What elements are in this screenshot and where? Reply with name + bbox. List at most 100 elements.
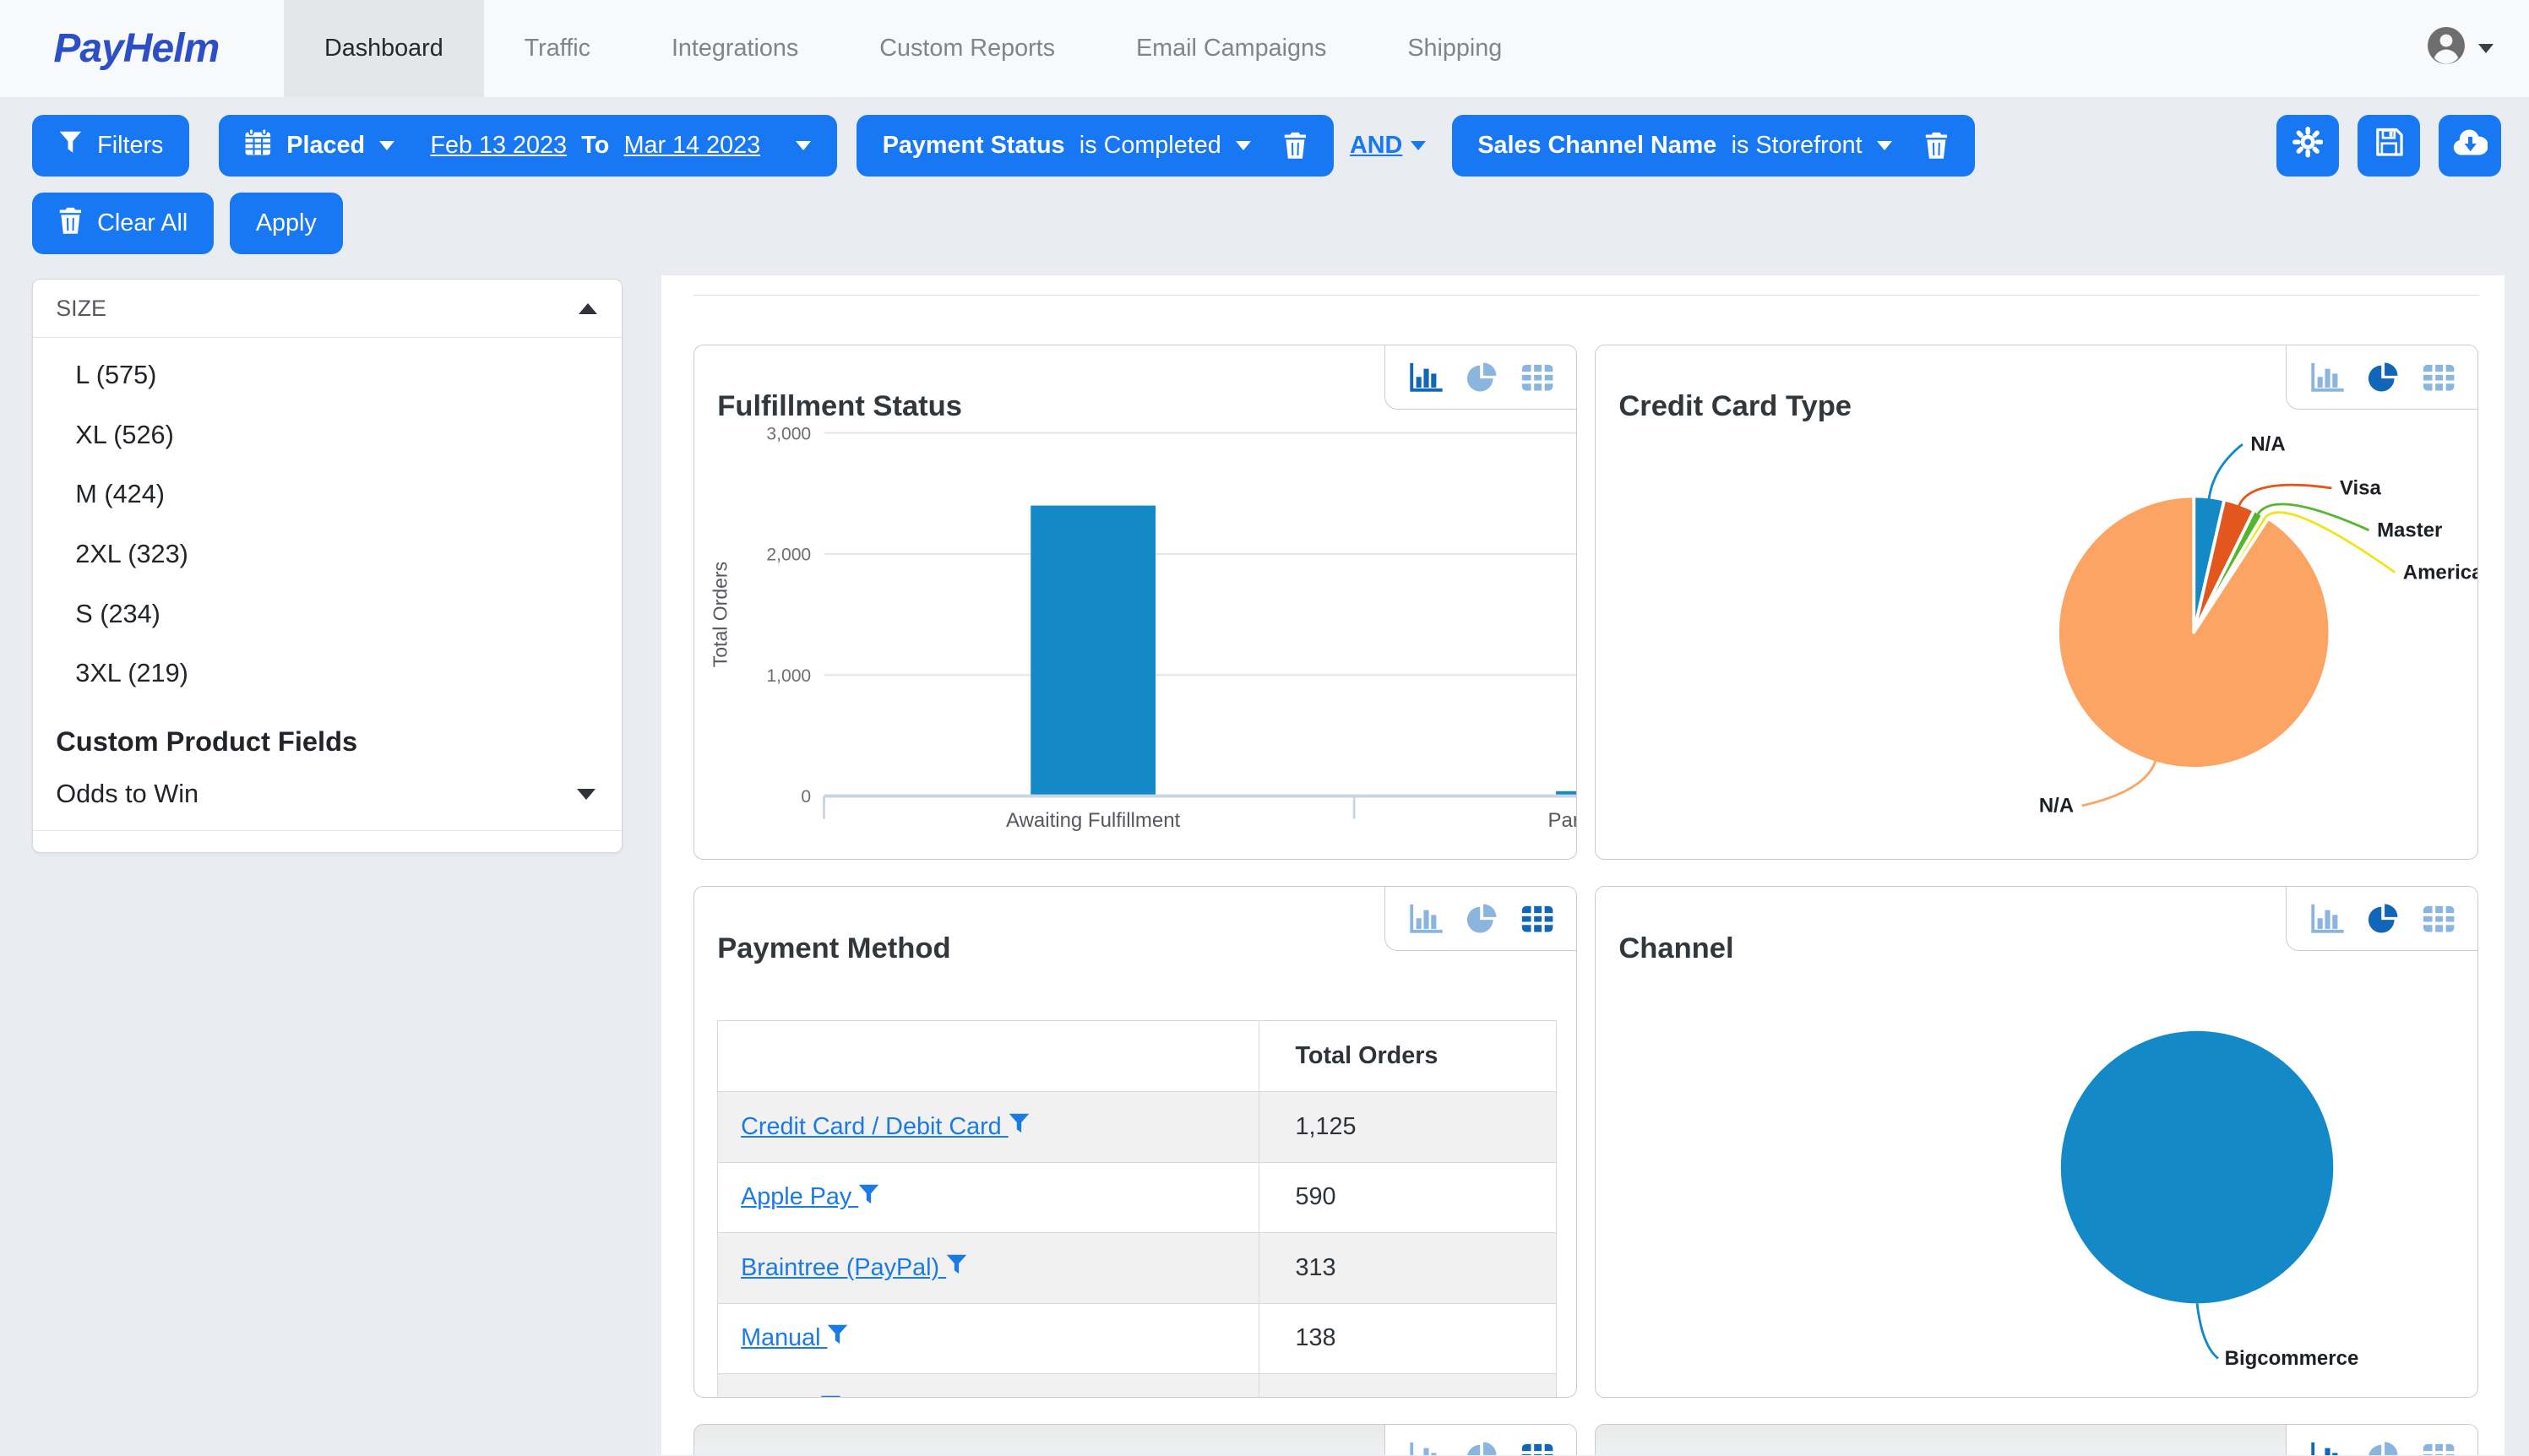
card-title: Customer Group xyxy=(694,1449,1204,1456)
payment-method-link[interactable]: Apple Pay xyxy=(741,1183,879,1210)
date-to-word: To xyxy=(581,132,609,160)
tab-dashboard[interactable]: Dashboard xyxy=(284,0,484,97)
bar-chart-icon[interactable] xyxy=(1408,1441,1444,1455)
facet-section-odds-to-win[interactable]: Odds to Win xyxy=(33,758,622,831)
facet-item-m[interactable]: M (424) xyxy=(33,465,622,524)
facet-section-size[interactable]: SIZE xyxy=(33,280,622,337)
pie-chart-icon[interactable] xyxy=(1465,361,1498,394)
facet-sidebar: SIZE L (575) XL (526) M (424) 2XL (323) … xyxy=(32,279,623,853)
caret-up-icon xyxy=(579,303,597,314)
table-icon[interactable] xyxy=(2421,361,2456,394)
table-row: Manual 138 xyxy=(718,1303,1556,1373)
tab-integrations[interactable]: Integrations xyxy=(631,0,839,97)
bar-chart-icon[interactable] xyxy=(2309,1441,2345,1455)
caret-down-icon xyxy=(577,789,596,800)
facet-item-xl[interactable]: XL (526) xyxy=(33,405,622,465)
trash-icon[interactable] xyxy=(1924,132,1949,160)
top-navbar: PayHelm Dashboard Traffic Integrations C… xyxy=(0,0,2529,97)
bar-chart-icon[interactable] xyxy=(2309,361,2345,394)
pie-chart-icon[interactable] xyxy=(2366,903,2400,935)
filters-button[interactable]: Filters xyxy=(32,115,189,177)
table-icon[interactable] xyxy=(1520,1441,1555,1455)
card-payment-method: Payment Method Total Orders Credit Card … xyxy=(693,886,1577,1399)
table-icon[interactable] xyxy=(1520,361,1555,394)
condition-payment-status[interactable]: Payment Status is Completed xyxy=(857,115,1334,177)
svg-text:Master: Master xyxy=(2378,519,2443,541)
date-to: Mar 14 2023 xyxy=(624,132,761,160)
trash-icon xyxy=(58,207,83,242)
funnel-icon xyxy=(58,131,83,160)
svg-text:0: 0 xyxy=(802,787,812,807)
table-row: Braintree (PayPal) 313 xyxy=(718,1233,1556,1303)
tab-shipping[interactable]: Shipping xyxy=(1367,0,1542,97)
payment-method-link[interactable]: Credit Card / Debit Card xyxy=(741,1113,1029,1140)
user-menu[interactable] xyxy=(2426,0,2529,97)
payment-method-link[interactable]: Sezzle xyxy=(741,1395,841,1399)
export-button[interactable] xyxy=(2439,115,2502,177)
table-row: Sezzle 104 xyxy=(718,1374,1556,1399)
facet-item-l[interactable]: L (575) xyxy=(33,345,622,405)
pie-chart-icon[interactable] xyxy=(1465,1441,1498,1455)
filter-icon xyxy=(820,1395,841,1399)
filter-icon xyxy=(827,1324,848,1345)
caret-down-icon xyxy=(1236,141,1251,150)
condition-sales-channel[interactable]: Sales Channel Name is Storefront xyxy=(1452,115,1975,177)
card-title: Shipping Provider xyxy=(1596,1449,2105,1456)
payment-method-link[interactable]: Manual xyxy=(741,1324,848,1351)
pie-chart-icon[interactable] xyxy=(2366,361,2400,394)
method-column-header xyxy=(718,1020,1259,1091)
facet-item-2xl[interactable]: 2XL (323) xyxy=(33,524,622,584)
chart-view-toolbar xyxy=(2286,345,2477,410)
pie-chart-icon[interactable] xyxy=(1465,903,1498,935)
svg-text:N/A: N/A xyxy=(2251,433,2286,456)
card-customer-group: Customer Group xyxy=(693,1424,1577,1455)
date-range-filter[interactable]: Placed Feb 13 2023 To Mar 14 2023 xyxy=(219,115,837,177)
tab-custom-reports[interactable]: Custom Reports xyxy=(839,0,1096,97)
facet-item-3xl[interactable]: 3XL (219) xyxy=(33,644,622,704)
clear-all-button[interactable]: Clear All xyxy=(32,193,214,254)
facet-item-s[interactable]: S (234) xyxy=(33,584,622,644)
pie-chart-icon[interactable] xyxy=(2366,1441,2400,1455)
person-circle-icon xyxy=(2426,25,2466,73)
bar-chart-icon[interactable] xyxy=(2309,903,2345,935)
card-title: Credit Card Type xyxy=(1596,370,2105,424)
calendar-icon xyxy=(244,128,272,163)
filter-icon xyxy=(858,1184,879,1205)
table-icon[interactable] xyxy=(2421,1441,2456,1455)
conjunction-selector[interactable]: AND xyxy=(1350,132,1426,160)
svg-text:Awaiting Fulfillment: Awaiting Fulfillment xyxy=(1006,809,1181,832)
table-icon[interactable] xyxy=(2421,903,2456,935)
main-nav: Dashboard Traffic Integrations Custom Re… xyxy=(284,0,1542,97)
svg-text:Visa: Visa xyxy=(2340,476,2382,499)
tab-email-campaigns[interactable]: Email Campaigns xyxy=(1096,0,1367,97)
card-fulfillment-status: Fulfillment Status 01,0002,0003,000Await… xyxy=(693,345,1577,860)
chart-view-toolbar xyxy=(1384,345,1576,410)
bar-chart-icon[interactable] xyxy=(1408,361,1444,394)
svg-text:2,000: 2,000 xyxy=(767,545,812,564)
cards-grid: Fulfillment Status 01,0002,0003,000Await… xyxy=(661,296,2505,1455)
bar-chart-icon[interactable] xyxy=(1408,903,1444,935)
payment-method-link[interactable]: Braintree (PayPal) xyxy=(741,1254,967,1281)
save-report-button[interactable] xyxy=(2358,115,2421,177)
payment-method-tbody: Credit Card / Debit Card 1,125Apple Pay … xyxy=(718,1092,1556,1399)
apply-button[interactable]: Apply xyxy=(230,193,342,254)
condition-text: is Storefront xyxy=(1732,132,1863,160)
total-orders-value: 1,125 xyxy=(1259,1092,1556,1162)
payhelm-logo[interactable]: PayHelm xyxy=(53,0,219,97)
save-icon xyxy=(2374,128,2404,164)
card-channel: Channel Bigcommerce xyxy=(1595,886,2478,1399)
filter-icon xyxy=(1009,1113,1030,1134)
svg-text:3,000: 3,000 xyxy=(767,424,812,443)
trash-icon[interactable] xyxy=(1283,132,1308,160)
svg-text:N/A: N/A xyxy=(2039,795,2074,818)
total-orders-column-header: Total Orders xyxy=(1259,1020,1556,1091)
chart-view-toolbar xyxy=(1384,1425,1576,1455)
filter-row-1: Filters Placed Feb 13 2023 To Mar 14 202… xyxy=(32,115,2501,177)
svg-text:Part: Part xyxy=(1548,809,1577,832)
table-icon[interactable] xyxy=(1520,903,1555,935)
card-title: Fulfillment Status xyxy=(694,370,1204,424)
payment-method-table: Total Orders Credit Card / Debit Card 1,… xyxy=(717,1020,1556,1399)
tab-traffic[interactable]: Traffic xyxy=(484,0,631,97)
settings-button[interactable] xyxy=(2276,115,2340,177)
filter-row-2: Clear All Apply xyxy=(32,193,2501,254)
